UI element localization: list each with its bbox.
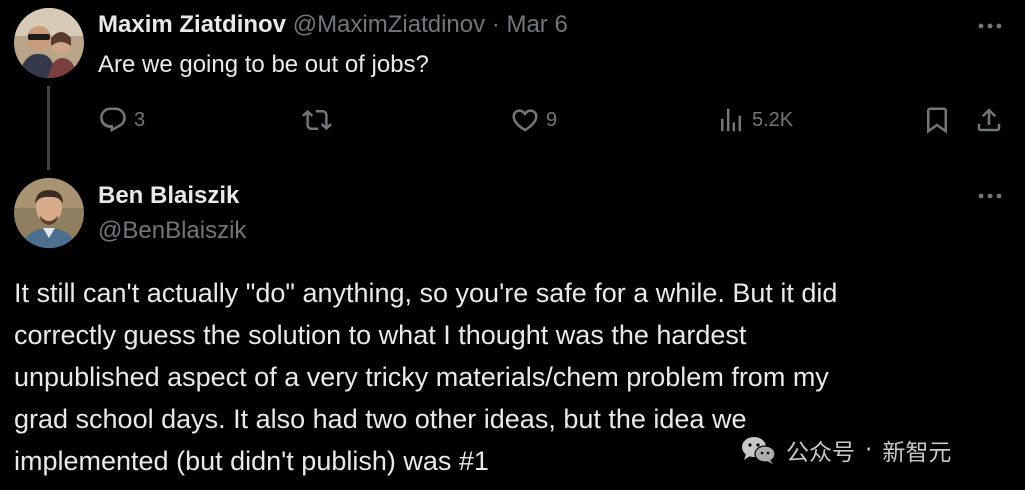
views-icon [721, 108, 741, 132]
author-handle[interactable]: @BenBlaiszik [98, 216, 246, 246]
author-name[interactable]: Maxim Ziatdinov [98, 11, 286, 38]
author-name[interactable]: Ben Blaiszik [98, 181, 239, 211]
avatar-image [14, 8, 84, 78]
reply-button[interactable]: 3 [98, 103, 145, 137]
tweet-date[interactable]: Mar 6 [506, 11, 567, 38]
thread-line [47, 86, 50, 170]
tweet-text-line: correctly guess the solution to what I t… [14, 320, 747, 350]
like-button[interactable]: 9 [510, 103, 557, 137]
more-options-button[interactable] [973, 186, 1007, 206]
heart-icon [512, 109, 538, 132]
tweet-text-line: unpublished aspect of a very tricky mate… [14, 362, 829, 392]
more-options-button[interactable] [973, 16, 1007, 36]
share-button[interactable] [974, 103, 1004, 137]
watermark-separator: · [865, 437, 873, 463]
watermark-account-name: 新智元 [882, 440, 952, 466]
more-icon [978, 193, 1002, 199]
wechat-icon [742, 437, 776, 464]
avatar-image [14, 178, 84, 248]
tweet-text: Are we going to be out of jobs? [98, 51, 429, 78]
share-icon [977, 108, 1001, 132]
author-handle[interactable]: @MaximZiatdinov [293, 11, 485, 38]
retweet-icon [302, 109, 332, 131]
watermark: 公众号 · 新智元 [740, 430, 951, 470]
tweet-text-line: It still can't actually "do" anything, s… [14, 278, 838, 308]
views-count: 5.2K [752, 108, 794, 131]
bookmark-button[interactable] [922, 103, 952, 137]
reply-count: 3 [134, 108, 146, 131]
avatar-ben[interactable] [14, 178, 84, 248]
avatar-maxim[interactable] [14, 8, 84, 78]
reply-icon [100, 107, 126, 133]
bookmark-icon [927, 107, 947, 134]
more-icon [978, 23, 1002, 29]
tweet1-header: Maxim Ziatdinov @MaximZiatdinov · Mar 6 [98, 10, 568, 40]
like-count: 9 [546, 108, 558, 131]
header-separator: · [491, 11, 500, 38]
retweet-button[interactable] [302, 103, 332, 137]
watermark-account-type: 公众号 [786, 440, 855, 466]
views-button[interactable]: 5.2K [716, 103, 793, 137]
tweet-actions: 3 9 5.2K [98, 103, 1008, 137]
